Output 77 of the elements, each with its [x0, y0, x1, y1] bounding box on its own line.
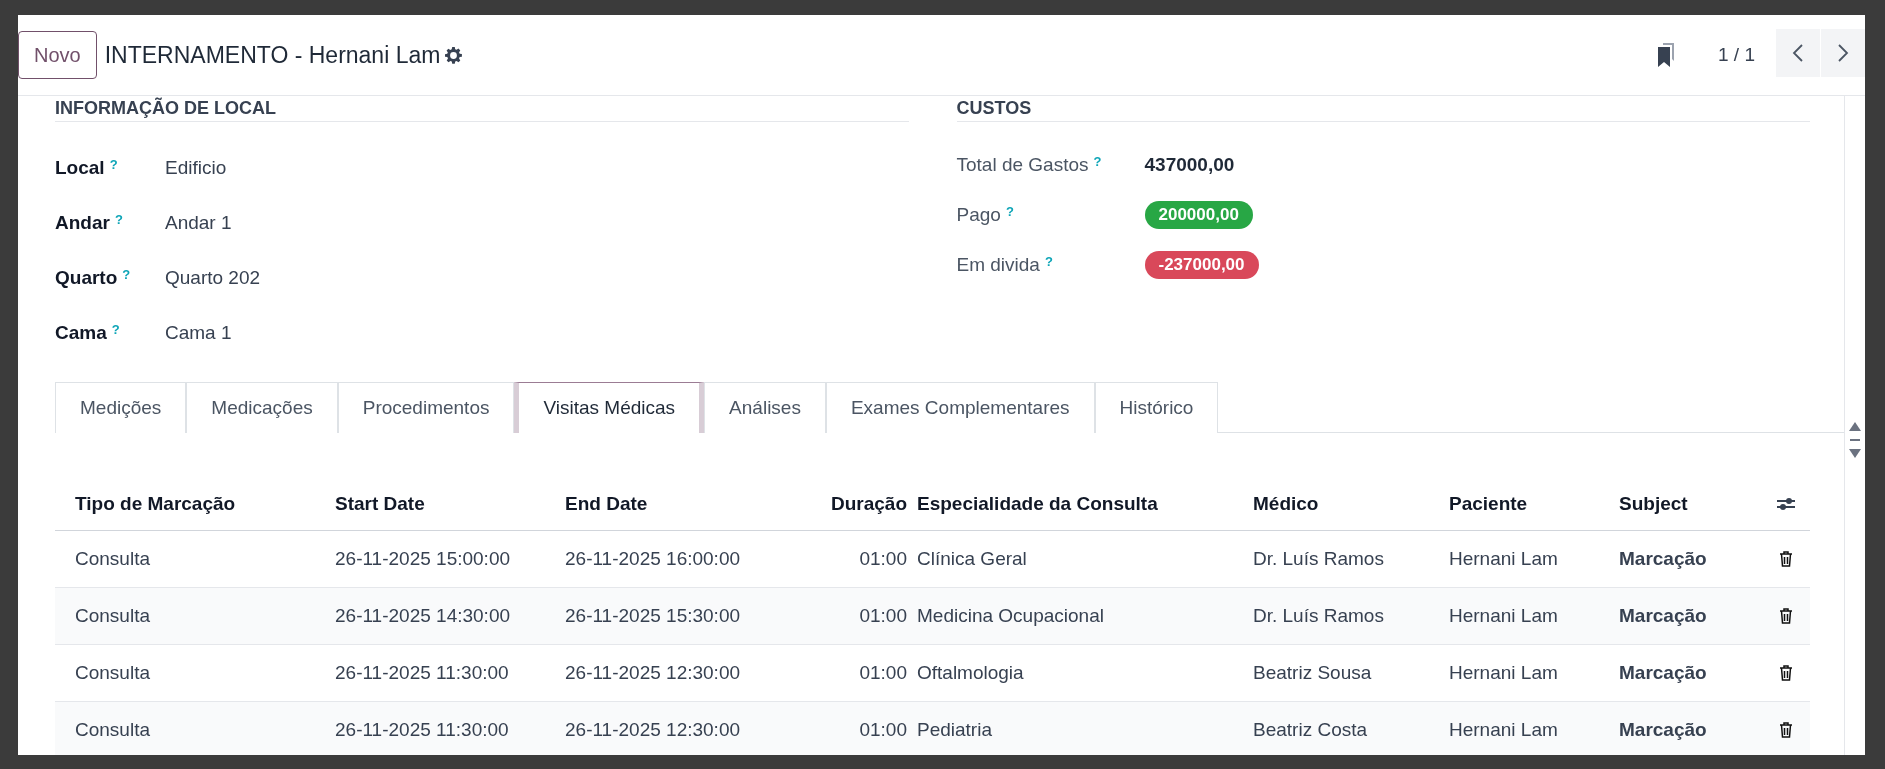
delete-icon[interactable]: [1779, 722, 1793, 738]
section-title: CUSTOS: [956, 98, 1810, 122]
chevron-right-icon[interactable]: [1837, 43, 1849, 63]
column-settings-icon[interactable]: [1776, 496, 1796, 512]
table-cell-text: Medicina Ocupacional: [917, 605, 1105, 627]
record-title: INTERNAMENTO - Hernani Lam: [104, 41, 441, 69]
next-button[interactable]: [1821, 29, 1865, 77]
delete-icon[interactable]: [1779, 665, 1793, 681]
table-cell-text: Marcação: [1619, 662, 1708, 684]
field-value: Andar 1: [165, 211, 232, 234]
pager-count: 1 / 1: [1718, 44, 1755, 66]
field-label: Total de Gastos: [956, 154, 1089, 176]
delete-icon[interactable]: [1779, 608, 1793, 624]
field-label: Andar: [55, 211, 110, 234]
table-cell-text: 26-11-2025 12:30:00: [565, 719, 742, 741]
column-header[interactable]: End Date: [565, 493, 797, 515]
table-cell-text: 26-11-2025 15:00:00: [335, 548, 512, 570]
table-cell-text: 01:00: [858, 605, 908, 627]
table-cell-text: 26-11-2025 11:30:00: [335, 662, 510, 684]
table-cell-text: Consulta: [75, 719, 151, 741]
field-label: Pago: [956, 204, 1001, 226]
table-cell-text: Oftalmologia: [917, 662, 1025, 684]
tab[interactable]: Medições: [55, 382, 187, 433]
table-cell-text: Beatriz Costa: [1253, 719, 1369, 741]
table-cell-text: 01:00: [858, 662, 908, 684]
field-value: Cama 1: [165, 321, 232, 344]
table-cell-text: Dr. Luís Ramos: [1253, 548, 1385, 570]
amount-badge: 200000,00: [1144, 201, 1253, 229]
column-header[interactable]: Especialidade da Consulta: [917, 493, 1253, 515]
amount-badge: -237000,00: [1144, 251, 1259, 279]
bookmark-icon[interactable]: [1656, 43, 1676, 67]
tab[interactable]: Análises: [704, 382, 826, 433]
table-cell-text: 01:00: [858, 719, 908, 741]
tab[interactable]: Histórico: [1094, 382, 1219, 433]
column-header[interactable]: Start Date: [335, 493, 565, 515]
chevron-left-icon[interactable]: [1792, 43, 1804, 63]
column-header[interactable]: Paciente: [1449, 493, 1619, 515]
tab[interactable]: Visitas Médicas: [514, 382, 705, 433]
tab[interactable]: Medicações: [186, 382, 338, 433]
field-value: Quarto 202: [165, 266, 261, 289]
table-cell-text: Marcação: [1619, 548, 1708, 570]
delete-icon[interactable]: [1779, 551, 1793, 567]
table-cell-text: Marcação: [1619, 719, 1708, 741]
tab[interactable]: Exames Complementares: [825, 382, 1095, 433]
table-cell-text: Marcação: [1619, 605, 1708, 627]
table-cell-text: Pediatria: [917, 719, 993, 741]
column-header[interactable]: Duração: [797, 493, 917, 515]
field-label: Cama: [55, 321, 107, 344]
field-value: Edificio: [165, 156, 227, 179]
table-cell-text: 26-11-2025 16:00:00: [565, 548, 742, 570]
section-title: INFORMAÇÃO DE LOCAL: [55, 98, 909, 122]
column-header[interactable]: Subject: [1619, 493, 1762, 515]
table-cell-text: Consulta: [75, 548, 151, 570]
table-cell-text: 26-11-2025 11:30:00: [335, 719, 510, 741]
table-cell-text: 26-11-2025 15:30:00: [565, 605, 742, 627]
field-label: Em divida: [956, 254, 1040, 276]
table-cell-text: 01:00: [858, 548, 908, 570]
table-cell-text: Dr. Luís Ramos: [1253, 605, 1385, 627]
table-cell-text: Hernani Lam: [1449, 605, 1559, 627]
column-header[interactable]: Tipo de Marcação: [75, 493, 335, 515]
field-value: 437000,00: [1144, 154, 1235, 176]
new-button[interactable]: Novo: [18, 31, 97, 79]
table-cell-text: Beatriz Sousa: [1253, 662, 1373, 684]
table-cell-text: 26-11-2025 14:30:00: [335, 605, 512, 627]
table-cell-text: Consulta: [75, 605, 151, 627]
table-cell-text: Hernani Lam: [1449, 719, 1559, 741]
table-cell-text: Hernani Lam: [1449, 662, 1559, 684]
field-label: Local: [55, 156, 105, 179]
field-label: Quarto: [55, 266, 118, 289]
table-cell-text: Consulta: [75, 662, 151, 684]
table-cell-text: Clínica Geral: [917, 548, 1028, 570]
column-header[interactable]: Médico: [1253, 493, 1449, 515]
tab[interactable]: Procedimentos: [337, 382, 515, 433]
settings-icon[interactable]: [445, 46, 463, 64]
table-cell-text: 26-11-2025 12:30:00: [565, 662, 742, 684]
previous-button[interactable]: [1776, 29, 1820, 77]
table-cell-text: Hernani Lam: [1449, 548, 1559, 570]
